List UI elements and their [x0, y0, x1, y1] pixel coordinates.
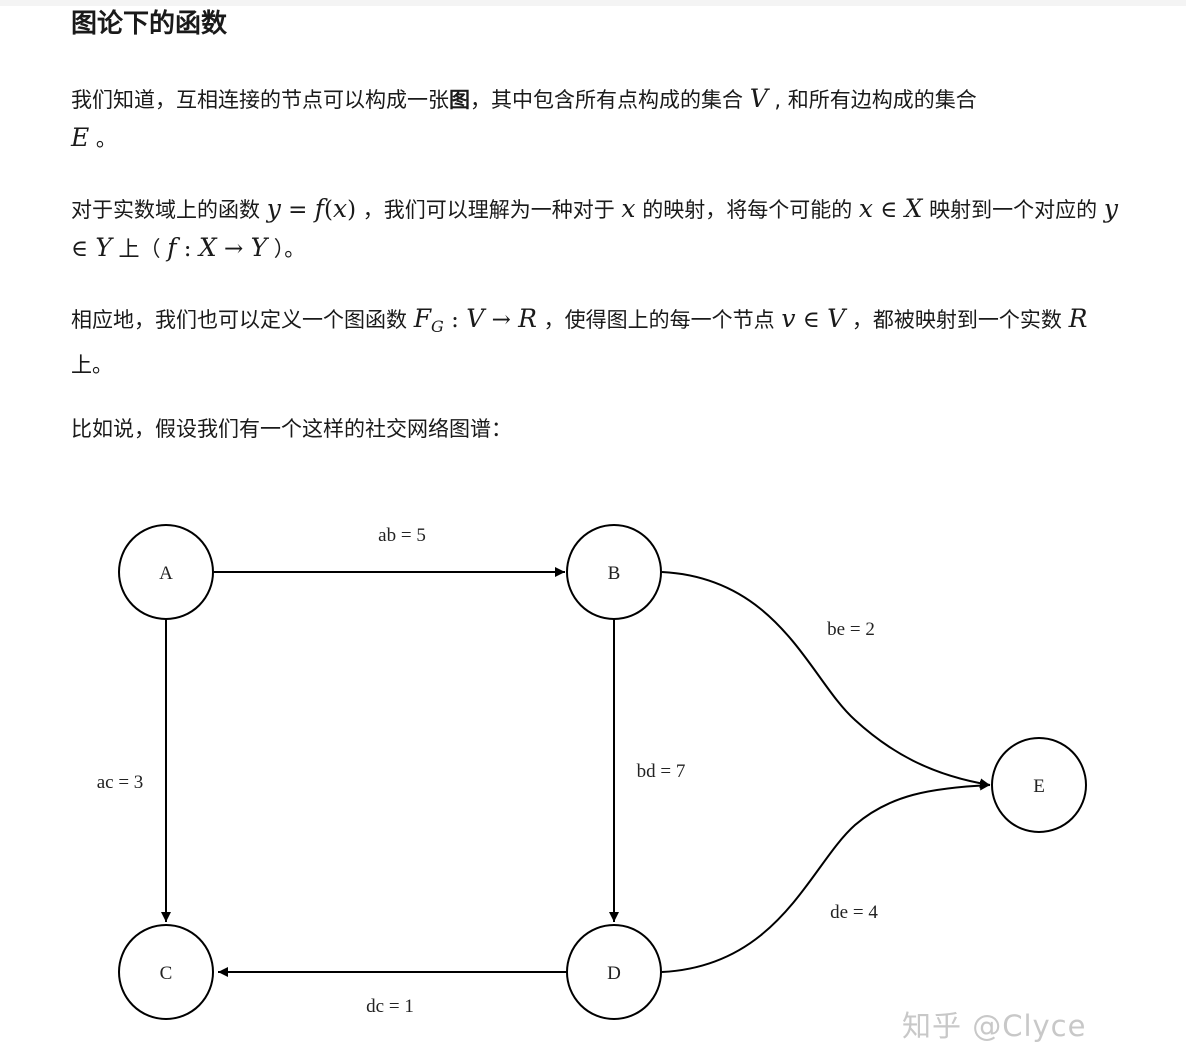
paragraph-graph-function: 相应地，我们也可以定义一个图函数 FG : V → R ，使得图上的每一个节点 … [71, 300, 1131, 384]
node-b: B [566, 524, 662, 620]
math: y [266, 194, 281, 223]
text: ，其中包含所有点构成的集合 [470, 88, 750, 112]
math-R: R [518, 304, 537, 333]
text: 上（ [111, 237, 168, 261]
math-F: F [413, 304, 432, 333]
paragraph-real-function: 对于实数域上的函数 y = f(x) ，我们可以理解为一种对于 x 的映射，将每… [71, 190, 1131, 268]
edge-label-be: be = 2 [827, 619, 875, 640]
math-sub-G: G [431, 317, 444, 337]
node-label: A [159, 563, 173, 584]
article-title: 图论下的函数 [71, 9, 228, 39]
node-e: E [991, 737, 1087, 833]
node-label: B [608, 563, 621, 584]
edge-de [661, 780, 991, 973]
text: 相应地，我们也可以定义一个图函数 [71, 308, 414, 332]
node-c: C [118, 924, 214, 1020]
edge-label-ab: ab = 5 [378, 525, 426, 546]
edge-label-dc: dc = 1 [366, 996, 414, 1017]
math-x: x [858, 194, 873, 223]
text: 我们知道，互相连接的节点可以构成一张 [71, 88, 449, 112]
text: ，使得图上的每一个节点 [537, 308, 782, 332]
text: 映射到一个对应的 [922, 198, 1104, 222]
paragraph-example: 比如说，假设我们有一个这样的社交网络图谱： [71, 417, 512, 441]
watermark: 知乎 @Clyce [902, 1009, 1087, 1043]
math: ( [323, 197, 333, 223]
math-x: x [621, 194, 636, 223]
math-V: V [827, 304, 846, 333]
math: = [280, 197, 315, 223]
edge-label-bd: bd = 7 [637, 761, 686, 782]
edge-label-ac: ac = 3 [97, 772, 144, 793]
math-V: V [466, 304, 485, 333]
node-a: A [118, 524, 214, 620]
text: ）。 [267, 237, 306, 261]
text: 上。 [71, 353, 113, 378]
text: 对于实数域上的函数 [71, 198, 267, 222]
text: 的映射，将每个可能的 [635, 198, 859, 222]
text: ，我们可以理解为一种对于 [356, 198, 622, 222]
math: ∈ [873, 197, 905, 223]
math-y: y [1103, 194, 1118, 223]
math-E: E [71, 123, 90, 152]
edge-label-de: de = 4 [830, 902, 878, 923]
paragraph-graph-intro: 我们知道，互相连接的节点可以构成一张图，其中包含所有点构成的集合 V , 和所有… [71, 80, 1131, 158]
node-label: E [1033, 776, 1045, 797]
edge-be [661, 571, 991, 789]
math-R: R [1068, 304, 1088, 333]
text: 。 [89, 127, 117, 151]
text: ，都被映射到一个实数 [845, 308, 1069, 332]
bold-term: 图 [449, 88, 470, 112]
node-d: D [566, 924, 662, 1020]
math-X: X [904, 194, 923, 223]
text: , 和所有边构成的集合 [767, 88, 977, 112]
math-V: V [749, 84, 768, 113]
math: : [443, 307, 467, 333]
node-label: D [607, 963, 621, 984]
math: f [314, 194, 324, 223]
math: x [332, 194, 348, 223]
math: : [176, 236, 199, 262]
math: ) [347, 197, 357, 223]
node-label: C [160, 963, 173, 984]
math-v: v [781, 304, 796, 333]
math-Y: Y [95, 233, 112, 262]
math: ∈ [71, 236, 96, 262]
math-X: X [198, 233, 217, 262]
math: ∈ [795, 307, 828, 333]
math: → [216, 236, 251, 262]
social-network-graph: A B C D E ab = 5 ac = 3 bd = 7 be = 2 dc… [97, 524, 1087, 1020]
math-Y: Y [250, 233, 268, 262]
math: → [484, 307, 519, 333]
